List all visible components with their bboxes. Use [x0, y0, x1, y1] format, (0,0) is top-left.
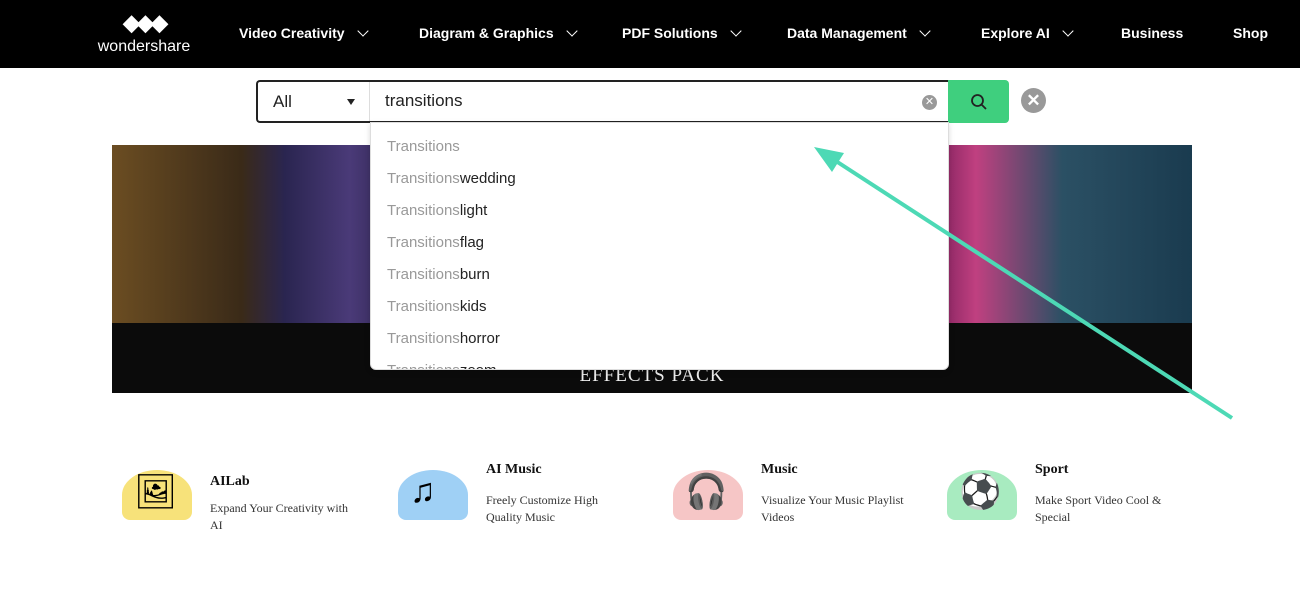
annotation-arrow [814, 147, 1234, 420]
